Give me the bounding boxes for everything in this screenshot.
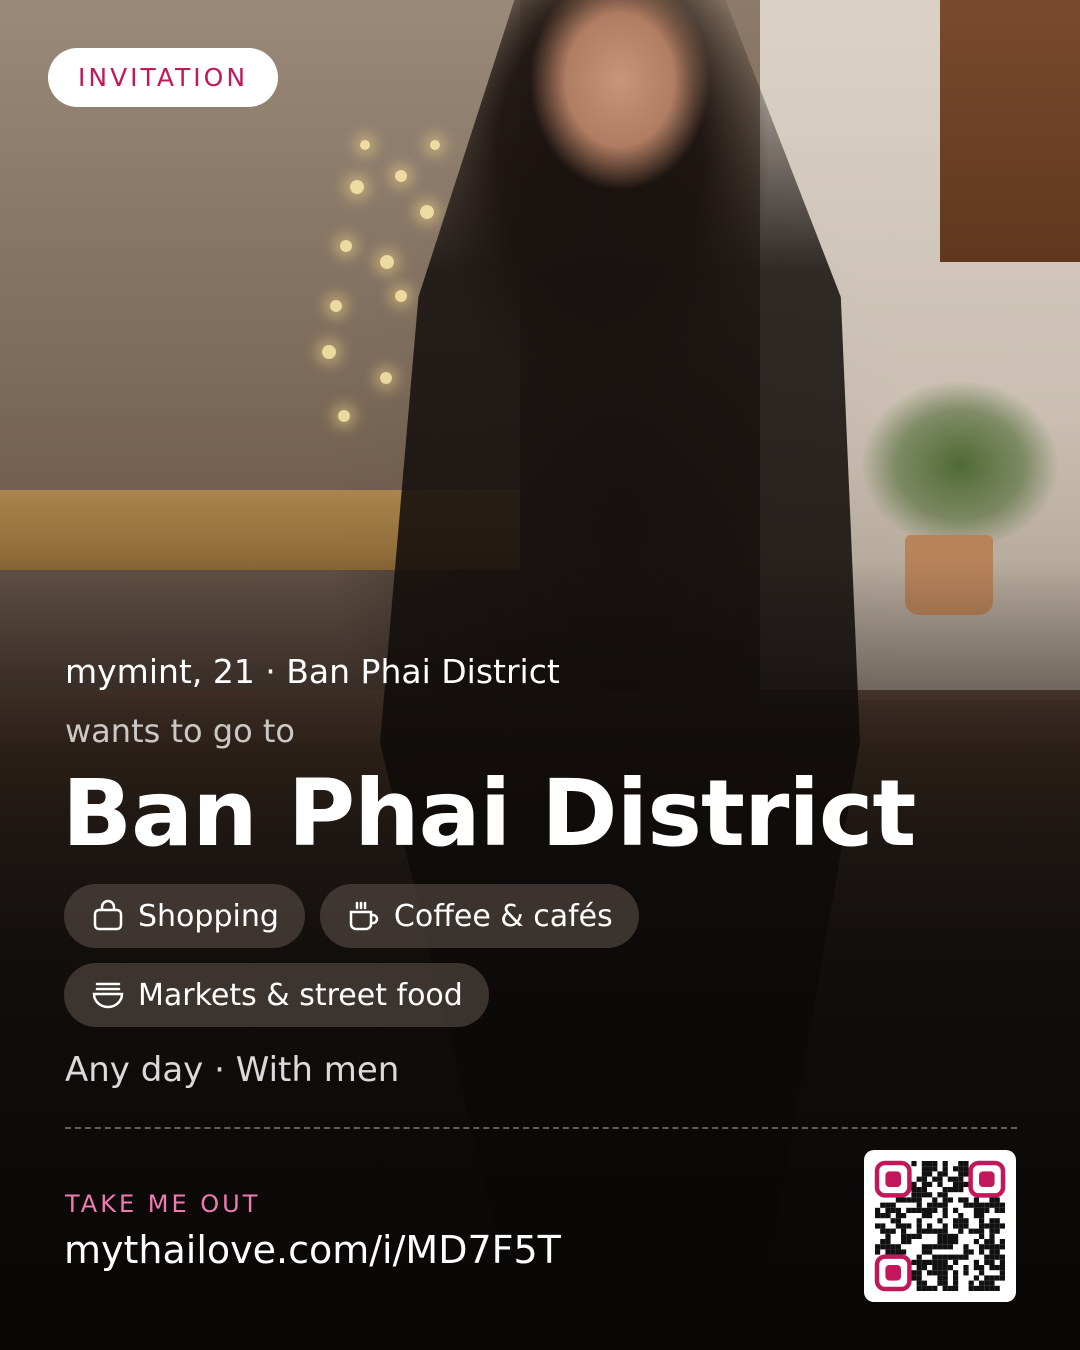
invitation-card: INVITATION mymint, 21 · Ban Phai Distric… (0, 0, 1080, 1350)
bokeh-light (395, 170, 407, 182)
cta-label: TAKE ME OUT (65, 1190, 261, 1218)
chip-coffee: Coffee & cafés (319, 884, 639, 948)
bokeh-light (430, 140, 440, 150)
bokeh-light (380, 255, 394, 269)
qr-code (864, 1150, 1016, 1302)
invite-link[interactable]: mythailove.com/i/MD7F5T (64, 1228, 561, 1272)
chip-label: Coffee & cafés (393, 898, 613, 934)
schedule-text: Any day · With men (65, 1050, 400, 1090)
invitation-badge-label: INVITATION (78, 63, 249, 92)
bokeh-light (380, 372, 392, 384)
bokeh-light (420, 205, 434, 219)
bokeh-light (360, 140, 370, 150)
chip-markets: Markets & street food (64, 963, 489, 1027)
qr-code-icon (874, 1160, 1006, 1292)
coffee-cup-icon (349, 901, 379, 931)
intro-text: wants to go to (65, 712, 295, 750)
background-photo-plant (860, 380, 1060, 550)
bokeh-light (322, 345, 336, 359)
shopping-bag-icon (93, 899, 123, 931)
profile-meta: mymint, 21 · Ban Phai District (65, 652, 560, 691)
chip-shopping: Shopping (64, 884, 305, 948)
bokeh-light (395, 290, 407, 302)
invitation-badge: INVITATION (48, 48, 279, 107)
bokeh-light (338, 410, 350, 422)
bokeh-light (350, 180, 364, 194)
food-bowl-icon (92, 982, 124, 1009)
background-photo-cabinet (940, 0, 1080, 262)
destination-title: Ban Phai District (62, 760, 916, 867)
bokeh-light (330, 300, 342, 312)
dashed-divider (65, 1127, 1017, 1129)
chip-label: Shopping (138, 898, 279, 934)
bokeh-light (340, 240, 352, 252)
interest-chips: Shopping Coffee & cafés Markets & street… (64, 884, 824, 1027)
chip-label: Markets & street food (138, 977, 463, 1013)
